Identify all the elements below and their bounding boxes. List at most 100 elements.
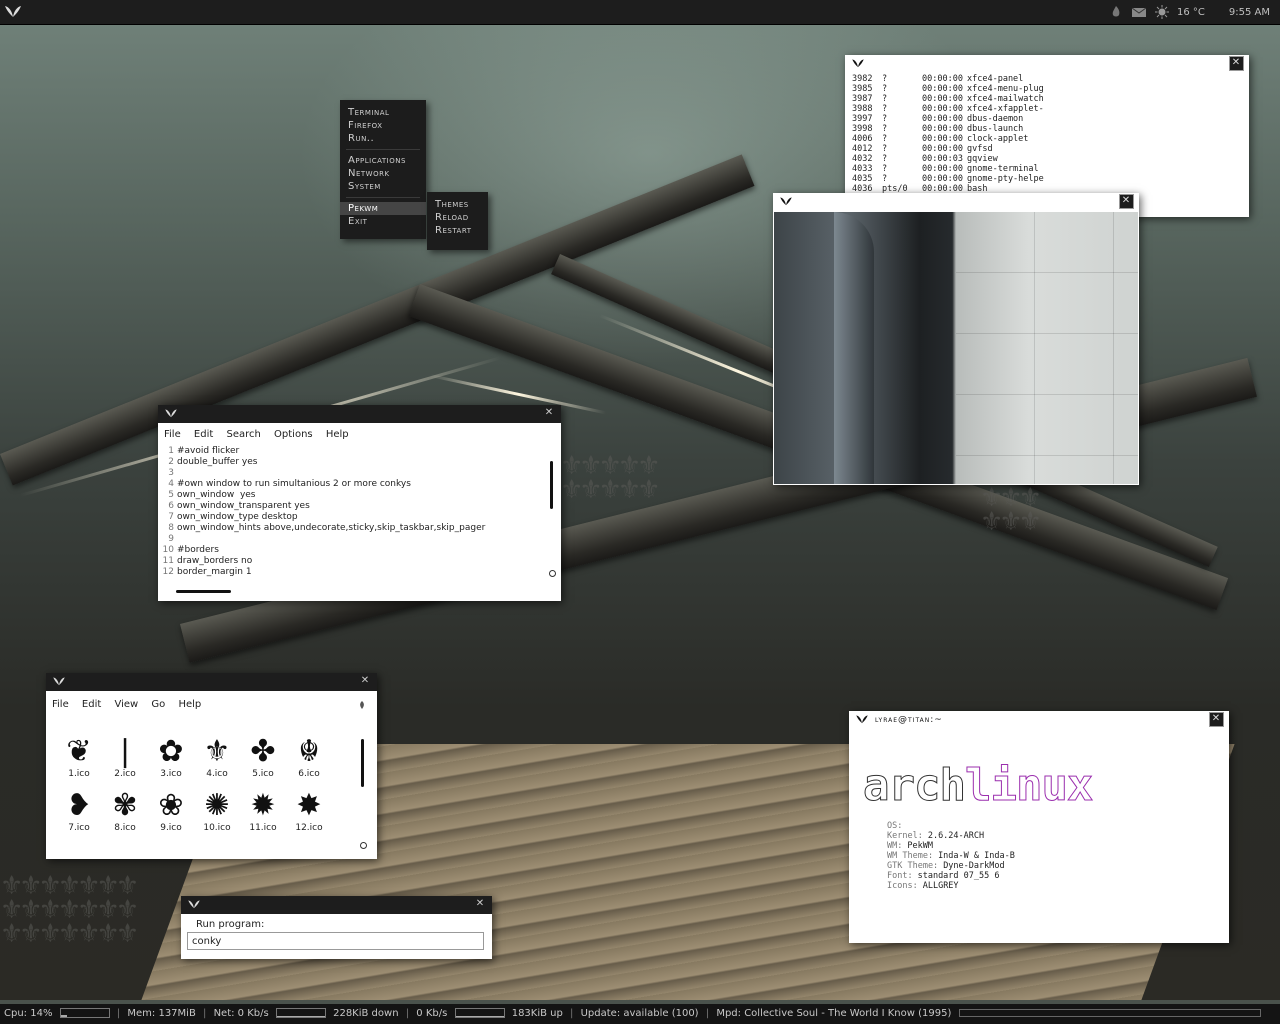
window-titlebar[interactable]: ✕ (181, 896, 492, 914)
editor-text-area[interactable]: 1 #avoid flicker 2 double_buffer yes 3 4 #own … (162, 446, 542, 580)
pekwm-window-icon[interactable] (187, 899, 201, 909)
file-item[interactable]: ✸ 12.ico (286, 788, 332, 834)
process-tty: ? (882, 144, 888, 154)
process-list: 3982? 00:00:00 xfce4-panel 3985? 00:00:00 xfc… (852, 74, 1087, 210)
editor-line: 8 own_window_hints above,undecorate,stick… (162, 523, 542, 534)
filemanager-menubar: File Edit View Go Help (46, 696, 377, 714)
close-button[interactable]: ✕ (1229, 56, 1244, 71)
editor-line: 5 own_window yes (162, 490, 542, 501)
close-button[interactable]: ✕ (1209, 712, 1224, 727)
ico-file-icon: ✸ (296, 788, 322, 823)
vertical-scrollbar[interactable] (361, 739, 364, 787)
file-item[interactable]: ✺ 10.ico (194, 789, 240, 834)
pekwm-window-icon[interactable] (52, 676, 66, 686)
image-curve (834, 212, 874, 484)
menu-options[interactable]: Options (274, 429, 313, 440)
pekwm-window-icon[interactable] (164, 408, 178, 418)
file-item[interactable]: ✿ 3.ico (148, 735, 194, 780)
process-row: 3985? 00:00:00 xfce4-menu-plug (852, 84, 1087, 94)
info-row: Font: standard 07_55 6 (887, 871, 1015, 881)
menu-item-terminal[interactable]: Terminal (340, 106, 426, 119)
close-button[interactable]: ✕ (474, 898, 487, 911)
run-label: Run program: (196, 919, 265, 930)
editor-line: 11 draw_borders no (162, 556, 542, 567)
close-button[interactable]: ✕ (543, 407, 556, 420)
menu-item-exit[interactable]: Exit (340, 215, 426, 228)
info-key: WM Theme: (887, 851, 934, 861)
menu-item-reload[interactable]: Reload (427, 211, 488, 224)
pekwm-window-icon[interactable] (851, 58, 865, 68)
window-titlebar[interactable]: ✕ (158, 405, 561, 423)
menu-item-firefox[interactable]: Firefox (340, 119, 426, 132)
menu-help[interactable]: Help (326, 429, 349, 440)
window-titlebar[interactable]: ✕ (46, 673, 377, 691)
process-cmd: xfce4-panel (967, 74, 1024, 84)
info-key: WM: (887, 841, 903, 851)
file-item[interactable]: ⚜ 4.ico (194, 735, 240, 780)
process-row: 4032? 00:00:03 gqview (852, 154, 1087, 164)
window-titlebar[interactable]: ✕ (773, 193, 1139, 211)
process-cmd: gqview (967, 154, 998, 164)
info-row: Kernel: 2.6.24-ARCH (887, 831, 1015, 841)
menu-file[interactable]: File (164, 429, 181, 440)
process-tty: ? (882, 94, 888, 104)
pekwm-logo-icon[interactable] (4, 4, 22, 18)
process-time: 00:00:00 (922, 164, 963, 174)
pekwm-window-icon[interactable] (855, 714, 869, 724)
menu-edit[interactable]: Edit (82, 699, 101, 710)
file-item[interactable]: ❦ 1.ico (56, 734, 102, 780)
process-time: 00:00:00 (922, 124, 963, 134)
line-text: draw_borders no (177, 556, 253, 566)
file-item[interactable]: ❘ 2.ico (102, 735, 148, 780)
window-titlebar[interactable]: ✕ (845, 55, 1249, 73)
menu-item-run[interactable]: Run.. (340, 132, 426, 145)
close-button[interactable]: ✕ (1119, 194, 1134, 209)
vertical-scrollbar[interactable] (550, 461, 553, 509)
line-number: 9 (168, 534, 174, 544)
file-item[interactable]: ☬ 6.ico (286, 735, 332, 780)
tray-flame-icon[interactable] (1109, 5, 1123, 19)
file-item[interactable]: ❀ 9.ico (148, 789, 194, 834)
menu-item-restart[interactable]: Restart (427, 224, 488, 237)
image-wall-tiles (956, 212, 1138, 484)
image-viewer-window: ✕ (773, 193, 1139, 485)
wallpaper-floral-pattern: ⚜⚜⚜ ⚜⚜⚜ (980, 483, 1042, 537)
cpu-usage: Cpu: 14% (4, 1008, 53, 1019)
clock[interactable]: 9:55 AM (1229, 7, 1270, 18)
menu-go[interactable]: Go (151, 699, 165, 710)
scroll-knob[interactable] (360, 842, 367, 849)
menu-item-applications[interactable]: Applications (340, 154, 426, 167)
menu-edit[interactable]: Edit (194, 429, 213, 440)
info-value: PekWM (907, 841, 933, 851)
process-time: 00:00:00 (922, 104, 963, 114)
file-name: 10.ico (203, 823, 231, 833)
ico-file-icon: ❦ (66, 734, 92, 769)
weather-sun-icon[interactable] (1155, 5, 1169, 19)
close-button[interactable]: ✕ (359, 675, 372, 688)
image-canvas[interactable] (774, 212, 1138, 484)
window-title: lyrae@titan:~ (875, 715, 943, 725)
process-tty: ? (882, 154, 888, 164)
menu-search[interactable]: Search (226, 429, 260, 440)
file-name: 12.ico (295, 823, 323, 833)
menu-item-network[interactable]: Network (340, 167, 426, 180)
process-cmd: xfce4-mailwatch (967, 94, 1044, 104)
menu-item-themes[interactable]: Themes (427, 198, 488, 211)
window-titlebar[interactable]: lyrae@titan:~ ✕ (849, 711, 1229, 729)
process-row: 3982? 00:00:00 xfce4-panel (852, 74, 1087, 84)
file-item[interactable]: ✤ 5.ico (240, 735, 286, 780)
mail-icon[interactable] (1131, 6, 1147, 18)
menu-item-pekwm[interactable]: Pekwm (340, 202, 426, 215)
horizontal-scrollbar[interactable] (176, 590, 231, 593)
editor-line: 10 #borders (162, 545, 542, 556)
menu-file[interactable]: File (52, 699, 69, 710)
file-item[interactable]: ❥ 7.ico (56, 789, 102, 834)
run-command-input[interactable]: conky (187, 932, 484, 950)
menu-item-system[interactable]: System (340, 180, 426, 193)
scroll-knob[interactable] (549, 570, 556, 577)
menu-view[interactable]: View (114, 699, 138, 710)
file-item[interactable]: ✹ 11.ico (240, 789, 286, 834)
pekwm-window-icon[interactable] (779, 196, 793, 206)
menu-help[interactable]: Help (178, 699, 201, 710)
file-item[interactable]: ✾ 8.ico (102, 789, 148, 834)
